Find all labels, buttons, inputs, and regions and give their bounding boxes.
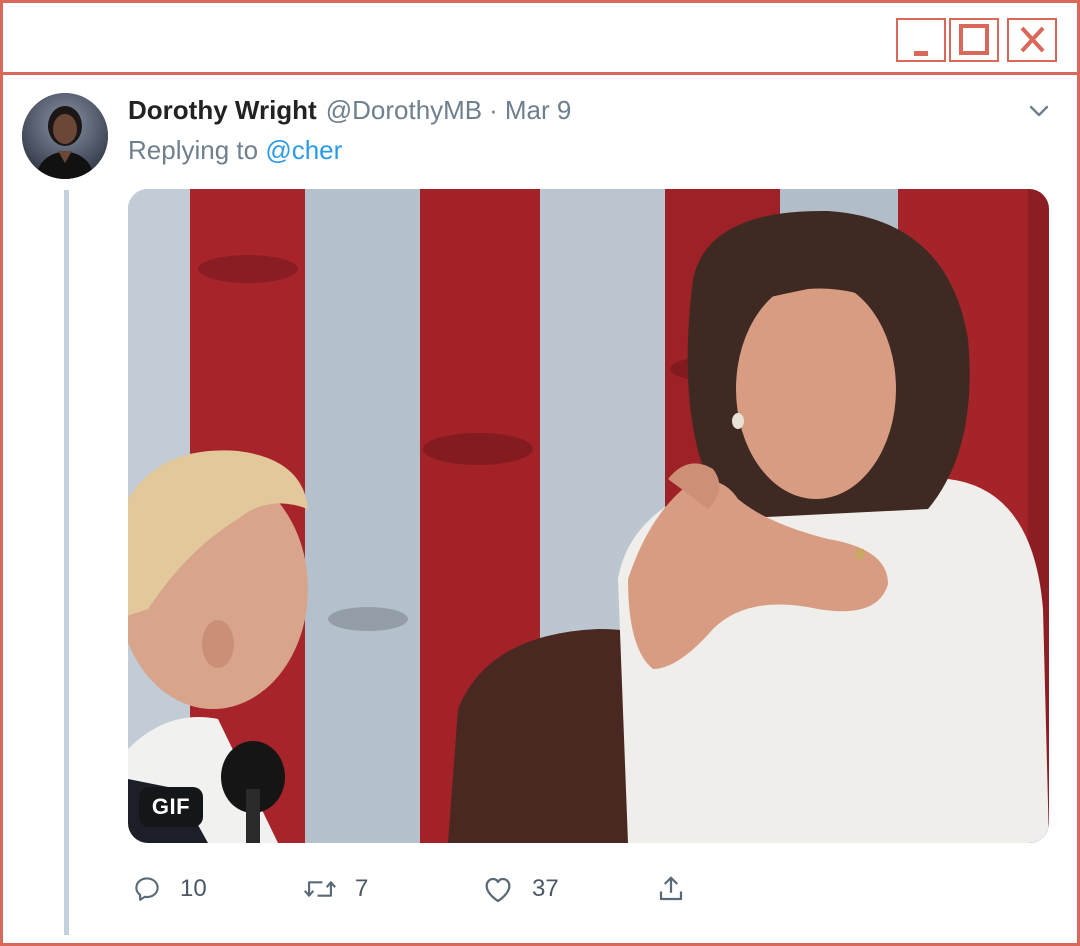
gif-frame [128, 189, 1049, 843]
maximize-button[interactable] [949, 18, 999, 62]
title-bar [3, 3, 1077, 75]
like-count: 37 [532, 875, 559, 902]
thread-line [64, 190, 69, 935]
tweet: Dorothy Wright @DorothyMB · Mar 9 Replyi… [3, 75, 1077, 943]
tweet-date[interactable]: Mar 9 [505, 95, 571, 126]
header-separator: · [489, 95, 498, 125]
tweet-header: Dorothy Wright @DorothyMB · Mar 9 [128, 95, 571, 129]
replying-prefix: Replying to [128, 135, 259, 165]
share-button[interactable] [656, 871, 686, 907]
like-button[interactable]: 37 [482, 871, 559, 907]
replying-to: Replying to @cher [128, 135, 342, 166]
author-handle[interactable]: @DorothyMB [326, 95, 482, 126]
chevron-down-icon[interactable] [1027, 99, 1051, 123]
heart-icon [485, 877, 511, 903]
author-name[interactable]: Dorothy Wright [128, 95, 317, 126]
gif-badge: GIF [139, 787, 203, 827]
retweet-icon [303, 881, 337, 897]
reply-count: 10 [180, 875, 207, 902]
avatar-image [22, 93, 108, 179]
reply-icon [135, 877, 159, 901]
minimize-icon [914, 51, 928, 56]
mention-link[interactable]: @cher [265, 135, 342, 165]
close-icon [1020, 26, 1045, 53]
reply-button[interactable]: 10 [132, 871, 207, 907]
share-icon [659, 876, 683, 901]
avatar[interactable] [22, 93, 108, 179]
close-button[interactable] [1007, 18, 1057, 62]
retweet-button[interactable]: 7 [303, 871, 368, 907]
app-window: Dorothy Wright @DorothyMB · Mar 9 Replyi… [0, 0, 1080, 946]
minimize-button[interactable] [896, 18, 946, 62]
maximize-icon [959, 24, 989, 55]
retweet-count: 7 [355, 875, 369, 902]
gif-media[interactable]: GIF [128, 189, 1049, 843]
